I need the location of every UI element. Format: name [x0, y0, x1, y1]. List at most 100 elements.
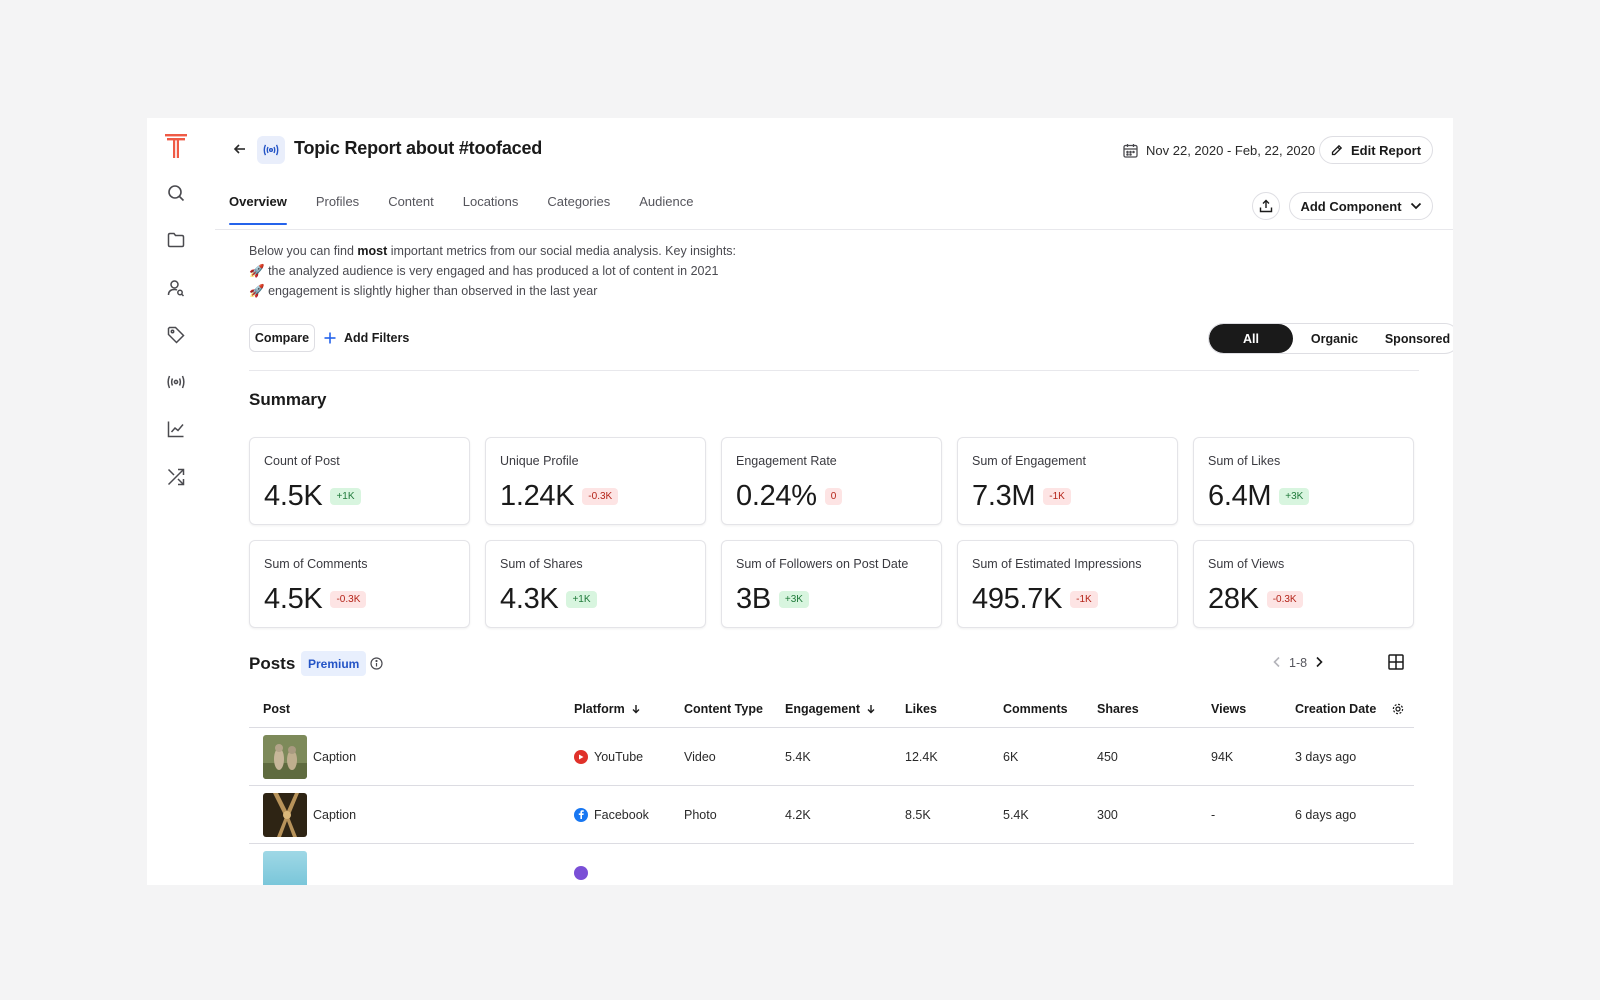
- app-logo[interactable]: [165, 134, 187, 158]
- metric-label: Sum of Shares: [500, 557, 583, 571]
- metric-value: 6.4M: [1208, 480, 1272, 512]
- platform-cell: YouTube: [574, 728, 643, 785]
- metric-card: Sum of Views 28K -0.3K: [1193, 540, 1414, 628]
- delta-badge: -0.3K: [330, 590, 367, 608]
- content-type-cell: Video: [684, 749, 716, 764]
- date-range-picker[interactable]: Nov 22, 2020 - Feb, 22, 2020: [1123, 140, 1315, 160]
- metric-value: 1.24K: [500, 480, 575, 512]
- post-thumbnail: [263, 792, 307, 837]
- tab-profiles[interactable]: Profiles: [316, 194, 359, 218]
- post-cell: Caption: [263, 786, 356, 843]
- col-shares[interactable]: Shares: [1097, 702, 1139, 716]
- compare-button[interactable]: Compare: [249, 324, 315, 352]
- table-row[interactable]: [249, 844, 1414, 885]
- add-filters-label: Add Filters: [344, 331, 410, 345]
- table-header: Post Platform Content Type Engagement Li…: [249, 690, 1414, 728]
- app-window: Topic Report about #toofaced Nov 22, 202…: [147, 118, 1453, 885]
- rocket-icon: 🚀: [249, 284, 265, 298]
- posts-table: Post Platform Content Type Engagement Li…: [249, 690, 1414, 885]
- comments-cell: 6K: [1003, 749, 1019, 764]
- col-engagement[interactable]: Engagement: [785, 702, 876, 716]
- prev-page-icon[interactable]: [1273, 656, 1281, 671]
- metric-card: Sum of Comments 4.5K -0.3K: [249, 540, 470, 628]
- tab-divider: [215, 229, 1453, 230]
- premium-badge: Premium: [301, 651, 367, 676]
- metric-value: 4.5K: [264, 480, 323, 512]
- views-cell: 94K: [1211, 749, 1234, 764]
- col-post[interactable]: Post: [263, 702, 290, 716]
- summary-cards: Count of Post 4.5K +1K Unique Profile 1.24K…: [249, 437, 1414, 628]
- post-cell: Caption: [263, 728, 356, 785]
- engagement-cell: 5.4K: [785, 749, 811, 764]
- metric-label: Sum of Likes: [1208, 454, 1281, 468]
- table-row[interactable]: Caption YouTube Video 5.4K 12.4K 6K 450 …: [249, 728, 1414, 786]
- delta-badge: -0.3K: [1266, 590, 1303, 608]
- content-type-cell: Photo: [684, 807, 717, 822]
- chart-line-icon[interactable]: [165, 418, 187, 440]
- col-content-type[interactable]: Content Type: [684, 702, 763, 716]
- delta-badge: +1K: [330, 487, 361, 505]
- sort-down-icon: [632, 704, 640, 713]
- folder-icon[interactable]: [165, 229, 187, 251]
- post-caption: Caption: [313, 749, 357, 764]
- tab-locations[interactable]: Locations: [463, 194, 519, 218]
- metric-card: Count of Post 4.5K +1K: [249, 437, 470, 525]
- column-settings-icon[interactable]: [1392, 703, 1404, 715]
- next-page-icon[interactable]: [1315, 656, 1323, 671]
- col-platform[interactable]: Platform: [574, 702, 641, 716]
- delta-badge: +3K: [778, 590, 809, 608]
- delta-badge: +1K: [566, 590, 597, 608]
- rocket-icon: 🚀: [249, 264, 265, 278]
- segment-sponsored[interactable]: Sponsored: [1376, 324, 1453, 353]
- search-icon[interactable]: [165, 182, 187, 204]
- export-button[interactable]: [1252, 192, 1280, 220]
- tab-overview[interactable]: Overview: [229, 194, 287, 225]
- tag-icon[interactable]: [165, 324, 187, 346]
- platform-cell: [574, 844, 588, 885]
- platform-icon: [574, 866, 588, 880]
- platform-cell: Facebook: [574, 786, 649, 843]
- add-component-label: Add Component: [1300, 198, 1402, 214]
- col-likes[interactable]: Likes: [905, 702, 937, 716]
- post-cell: [263, 844, 307, 885]
- edit-report-button[interactable]: Edit Report: [1319, 136, 1433, 164]
- tab-audience[interactable]: Audience: [639, 194, 693, 218]
- tab-categories[interactable]: Categories: [547, 194, 610, 218]
- back-arrow-icon[interactable]: [233, 142, 249, 158]
- add-filters-button[interactable]: Add Filters: [324, 324, 409, 352]
- col-creation-date[interactable]: Creation Date: [1295, 702, 1376, 716]
- shuffle-icon[interactable]: [165, 466, 187, 488]
- broadcast-icon[interactable]: [165, 371, 187, 393]
- sidebar: [147, 118, 215, 885]
- tab-content[interactable]: Content: [388, 194, 434, 218]
- shares-cell: 450: [1097, 749, 1118, 764]
- facebook-icon: [574, 807, 588, 822]
- insight-bullet: 🚀 the analyzed audience is very engaged …: [249, 264, 719, 278]
- segment-all[interactable]: All: [1209, 324, 1293, 353]
- info-icon[interactable]: [370, 657, 383, 670]
- likes-cell: 12.4K: [905, 749, 938, 764]
- content-type-segmented-control: All Organic Sponsored: [1208, 323, 1453, 354]
- topic-broadcast-icon: [257, 136, 285, 164]
- creation-date-cell: 3 days ago: [1295, 749, 1357, 764]
- grid-view-icon[interactable]: [1388, 654, 1406, 672]
- col-comments[interactable]: Comments: [1003, 702, 1068, 716]
- likes-cell: 8.5K: [905, 807, 931, 822]
- tab-bar: Overview Profiles Content Locations Cate…: [229, 194, 722, 225]
- upload-icon: [1259, 199, 1273, 213]
- post-thumbnail: [263, 851, 307, 885]
- metric-label: Sum of Views: [1208, 557, 1285, 571]
- segment-organic[interactable]: Organic: [1293, 324, 1376, 353]
- metric-value: 4.3K: [500, 583, 559, 615]
- chevron-down-icon: [1410, 202, 1421, 210]
- add-component-button[interactable]: Add Component: [1289, 192, 1433, 220]
- youtube-icon: [574, 749, 588, 764]
- metric-value: 4.5K: [264, 583, 323, 615]
- table-row[interactable]: Caption Facebook Photo 4.2K 8.5K 5.4K 30…: [249, 786, 1414, 844]
- delta-badge: -1K: [1043, 487, 1071, 505]
- user-search-icon[interactable]: [165, 277, 187, 299]
- metric-label: Count of Post: [264, 454, 340, 468]
- metric-label: Sum of Engagement: [972, 454, 1086, 468]
- metric-label: Engagement Rate: [736, 454, 837, 468]
- col-views[interactable]: Views: [1211, 702, 1246, 716]
